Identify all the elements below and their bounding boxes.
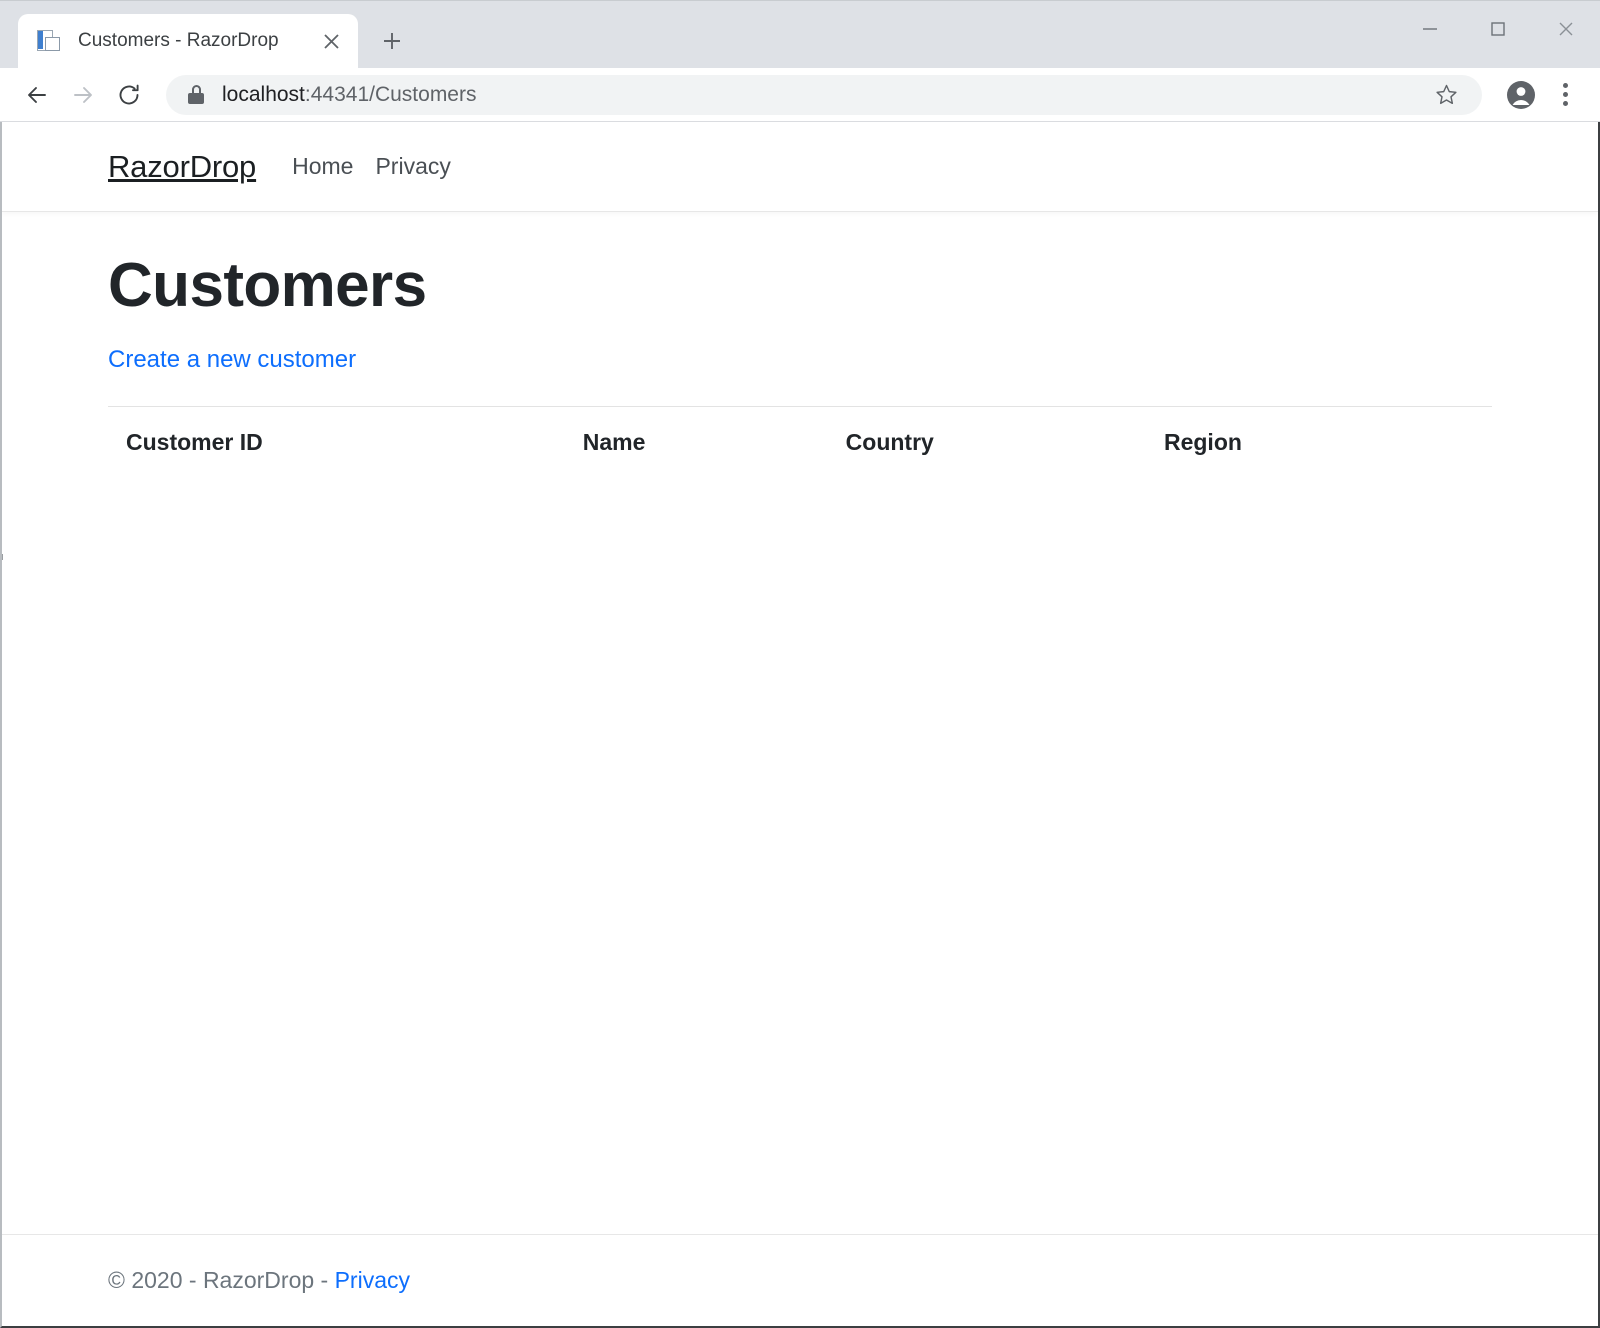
- new-tab-button[interactable]: [368, 17, 416, 65]
- tab-strip: Customers - RazorDrop: [0, 0, 1600, 68]
- scroll-edge-marker: [0, 554, 3, 560]
- table-header-row: Customer ID Name Country Region: [108, 407, 1492, 475]
- create-new-customer-link[interactable]: Create a new customer: [108, 346, 356, 374]
- tab-title: Customers - RazorDrop: [78, 30, 314, 52]
- nav-link-privacy[interactable]: Privacy: [375, 153, 450, 180]
- address-bar[interactable]: localhost:44341/Customers: [166, 75, 1482, 115]
- url-host: localhost: [222, 83, 305, 106]
- minimize-icon[interactable]: [1396, 1, 1464, 57]
- site-navbar: RazorDrop Home Privacy: [2, 122, 1598, 212]
- footer-privacy-link[interactable]: Privacy: [335, 1267, 410, 1293]
- url-path: :44341/Customers: [305, 83, 477, 106]
- back-arrow-icon[interactable]: [14, 72, 60, 118]
- close-icon[interactable]: [314, 24, 348, 58]
- star-icon[interactable]: [1426, 75, 1466, 115]
- window-controls: [1396, 1, 1600, 57]
- site-footer: © 2020 - RazorDrop - Privacy: [2, 1234, 1598, 1326]
- column-header-customer-id: Customer ID: [108, 407, 565, 475]
- main-content: Customers Create a new customer Customer…: [2, 212, 1598, 1234]
- column-header-country: Country: [828, 407, 1146, 475]
- page-title: Customers: [108, 252, 1492, 320]
- close-window-icon[interactable]: [1532, 1, 1600, 57]
- footer-copyright: © 2020 - RazorDrop -: [108, 1267, 335, 1293]
- column-header-region: Region: [1146, 407, 1492, 475]
- document-icon: [36, 28, 62, 54]
- table-head: Customer ID Name Country Region: [108, 407, 1492, 475]
- page-viewport: RazorDrop Home Privacy Customers Create …: [0, 122, 1600, 1328]
- footer-text: © 2020 - RazorDrop - Privacy: [108, 1267, 410, 1294]
- reload-icon[interactable]: [106, 72, 152, 118]
- navbar-links: Home Privacy: [292, 153, 451, 180]
- browser-toolbar: localhost:44341/Customers: [0, 68, 1600, 122]
- three-dot-menu-icon[interactable]: [1544, 72, 1586, 118]
- customers-table: Customer ID Name Country Region: [108, 406, 1492, 474]
- account-avatar-icon[interactable]: [1498, 72, 1544, 118]
- browser-tab[interactable]: Customers - RazorDrop: [18, 14, 358, 68]
- brand-link[interactable]: RazorDrop: [108, 149, 256, 185]
- column-header-name: Name: [565, 407, 828, 475]
- lock-icon: [188, 85, 204, 104]
- browser-window: Customers - RazorDrop: [0, 0, 1600, 1328]
- nav-link-home[interactable]: Home: [292, 153, 353, 180]
- forward-arrow-icon[interactable]: [60, 72, 106, 118]
- maximize-icon[interactable]: [1464, 1, 1532, 57]
- url-text: localhost:44341/Customers: [222, 83, 1426, 107]
